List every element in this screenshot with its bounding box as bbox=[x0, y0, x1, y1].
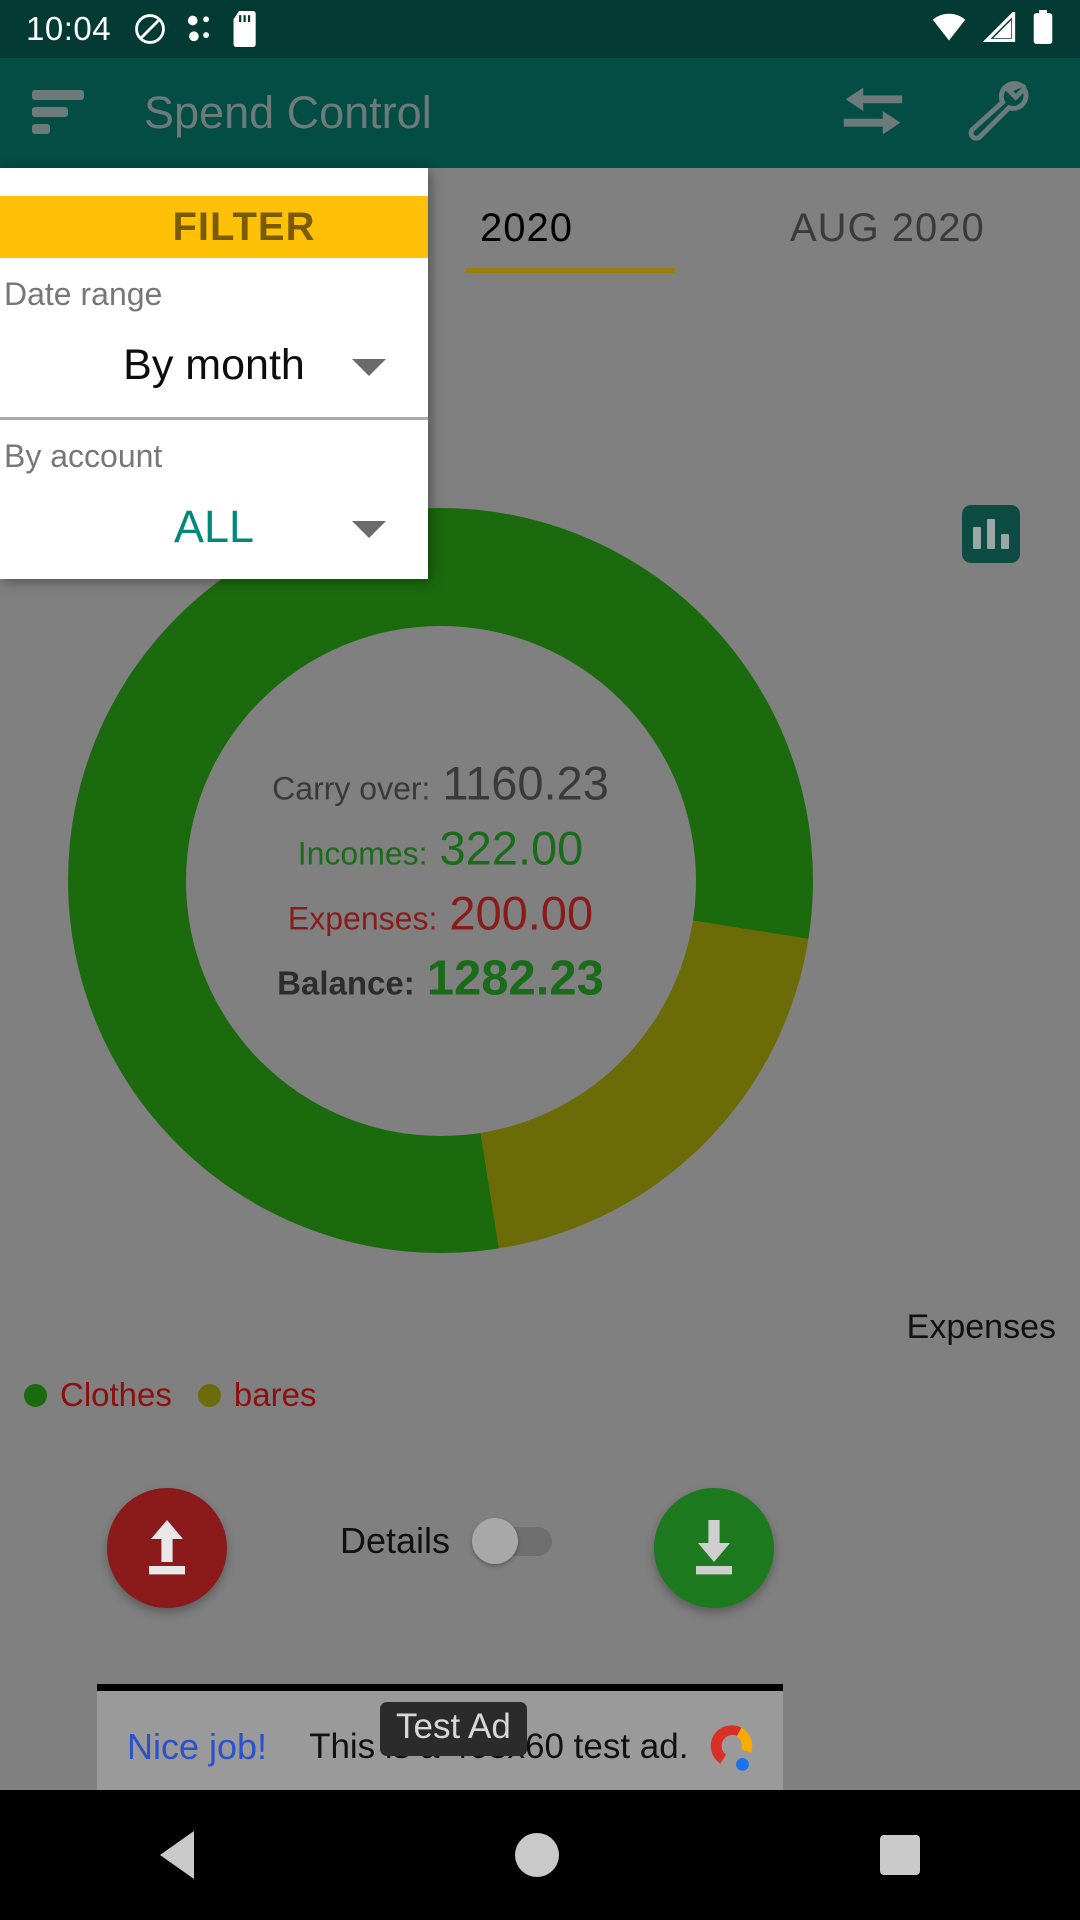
filter-drawer: FILTER Date range By month By account AL… bbox=[0, 168, 428, 579]
summary-panel: Carry over: 1160.23 Incomes: 322.00 Expe… bbox=[186, 745, 696, 1016]
tab-selected-indicator bbox=[465, 268, 675, 273]
chevron-down-icon[interactable] bbox=[352, 359, 386, 376]
date-range-label: Date range bbox=[4, 276, 163, 312]
filter-top-padding bbox=[0, 168, 428, 196]
account-dropdown[interactable]: ALL bbox=[0, 475, 428, 579]
legend-item-label: Clothes bbox=[60, 1376, 172, 1413]
details-toggle-group[interactable]: Details bbox=[340, 1518, 554, 1564]
expenses-donut-chart[interactable]: Carry over: 1160.23 Incomes: 322.00 Expe… bbox=[68, 508, 813, 1253]
filter-field-account[interactable]: By account ALL bbox=[0, 417, 428, 579]
do-not-disturb-icon bbox=[133, 12, 167, 46]
summary-row-carry-over: Carry over: 1160.23 bbox=[186, 755, 696, 810]
details-switch[interactable] bbox=[472, 1518, 554, 1564]
battery-icon bbox=[1032, 9, 1054, 49]
download-arrow-icon bbox=[686, 1514, 742, 1583]
expenses-value: 200.00 bbox=[449, 886, 594, 939]
carry-over-label: Carry over: bbox=[272, 770, 431, 806]
page-title: Spend Control bbox=[144, 87, 432, 138]
app-bar-actions bbox=[834, 80, 1052, 147]
chevron-down-icon[interactable] bbox=[352, 521, 386, 538]
bluetooth-dots-icon bbox=[185, 12, 215, 46]
legend-color-swatch bbox=[24, 1383, 47, 1407]
legend-color-swatch bbox=[197, 1383, 221, 1407]
incomes-value: 322.00 bbox=[439, 821, 584, 874]
summary-row-balance: Balance: 1282.23 bbox=[186, 950, 696, 1006]
bottom-action-bar: Details bbox=[0, 1468, 1080, 1658]
tab-next-month[interactable]: AUG 2020 bbox=[790, 206, 985, 251]
date-range-value: By month bbox=[123, 340, 305, 389]
legend-item[interactable]: bares bbox=[197, 1376, 317, 1414]
filter-field-date-range[interactable]: Date range By month bbox=[0, 258, 428, 417]
legend-item-label: bares bbox=[233, 1376, 317, 1413]
recents-square-icon[interactable] bbox=[879, 1835, 920, 1875]
add-expense-button[interactable] bbox=[654, 1488, 774, 1608]
chart-legend: Clothes bares bbox=[24, 1376, 316, 1414]
app-screen: 10:04 Spend Control 2020 AUG 2020 Carry … bbox=[0, 0, 1080, 1920]
carry-over-value: 1160.23 bbox=[442, 756, 609, 809]
expenses-label: Expenses: bbox=[287, 900, 438, 936]
wifi-icon bbox=[930, 12, 968, 47]
transfer-arrows-icon[interactable] bbox=[834, 81, 912, 146]
filter-header: FILTER bbox=[0, 196, 428, 258]
balance-value: 1282.23 bbox=[426, 951, 604, 1005]
home-circle-icon[interactable] bbox=[514, 1833, 559, 1877]
summary-row-incomes: Incomes: 322.00 bbox=[186, 820, 696, 875]
account-value: ALL bbox=[173, 501, 255, 552]
status-bar: 10:04 bbox=[0, 0, 1080, 58]
account-label: By account bbox=[4, 438, 163, 474]
status-clock: 10:04 bbox=[26, 10, 112, 47]
ad-cta-link[interactable]: Nice job! bbox=[127, 1726, 267, 1768]
google-ads-icon bbox=[699, 1718, 757, 1776]
bar-chart-icon[interactable] bbox=[962, 505, 1020, 563]
summary-row-expenses: Expenses: 200.00 bbox=[186, 885, 696, 940]
legend-item[interactable]: Clothes bbox=[24, 1376, 172, 1414]
switch-thumb[interactable] bbox=[472, 1518, 519, 1564]
filter-title: FILTER bbox=[172, 204, 316, 249]
app-bar: Spend Control bbox=[0, 58, 1080, 168]
tab-selected-month[interactable]: 2020 bbox=[480, 206, 573, 251]
sd-card-icon bbox=[233, 11, 259, 47]
incomes-label: Incomes: bbox=[297, 835, 428, 871]
wrench-icon[interactable] bbox=[960, 80, 1030, 147]
add-income-button[interactable] bbox=[107, 1488, 227, 1608]
upload-arrow-icon bbox=[139, 1514, 195, 1583]
android-nav-bar bbox=[0, 1790, 1080, 1920]
details-label: Details bbox=[340, 1520, 451, 1561]
cellular-signal-icon bbox=[982, 9, 1018, 47]
balance-label: Balance: bbox=[277, 964, 415, 1001]
back-triangle-icon[interactable] bbox=[160, 1831, 195, 1879]
sort-menu-icon[interactable] bbox=[28, 84, 92, 143]
status-bar-right-icons bbox=[930, 9, 1054, 49]
chart-caption: Expenses bbox=[906, 1308, 1056, 1346]
ad-test-label: Test Ad bbox=[380, 1702, 527, 1756]
date-range-dropdown[interactable]: By month bbox=[0, 313, 428, 417]
